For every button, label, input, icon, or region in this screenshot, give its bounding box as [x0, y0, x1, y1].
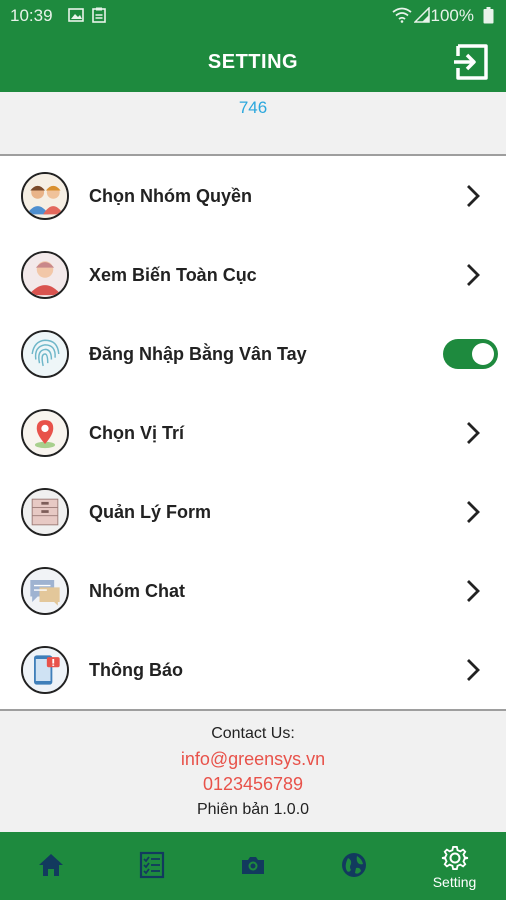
app-version: Phiên bản 1.0.0	[196, 801, 310, 818]
user-id: 746	[238, 98, 268, 117]
user-info: 746	[0, 92, 506, 154]
divider	[0, 154, 506, 156]
menu-item-xem-bien-toan-cuc[interactable]: Xem Biến Toàn Cục	[0, 236, 506, 315]
globe-icon	[342, 853, 366, 877]
chevron-right-icon	[467, 264, 480, 286]
chevron-right-icon	[467, 501, 480, 523]
people-group-icon	[21, 172, 69, 220]
fingerprint-icon	[21, 330, 69, 378]
nav-camera[interactable]	[202, 832, 303, 900]
file-cabinet-icon	[21, 488, 69, 536]
app-header: SETTING	[0, 31, 506, 92]
chevron-right-icon	[467, 580, 480, 602]
battery-icon	[483, 7, 494, 24]
gear-icon	[441, 846, 469, 870]
menu-item-label: Đăng Nhập Bằng Vân Tay	[89, 344, 307, 364]
nav-setting[interactable]: Setting	[404, 832, 505, 900]
fingerprint-toggle[interactable]	[443, 339, 498, 369]
contact-title: Contact Us:	[211, 725, 295, 742]
nav-checklist[interactable]	[101, 832, 202, 900]
menu-item-label: Chọn Nhóm Quyền	[89, 186, 252, 206]
logout-icon	[454, 44, 488, 80]
home-icon	[39, 854, 63, 876]
wifi-icon	[392, 7, 412, 23]
menu-item-dang-nhap-van-tay: Đăng Nhập Bằng Vân Tay	[0, 315, 506, 394]
checklist-icon	[139, 851, 165, 879]
menu-item-thong-bao[interactable]: Thông Báo	[0, 631, 506, 710]
clipboard-icon	[92, 7, 106, 23]
menu-item-quan-ly-form[interactable]: Quản Lý Form	[0, 473, 506, 552]
menu-item-nhom-chat[interactable]: Nhóm Chat	[0, 552, 506, 631]
contact-phone-link[interactable]: 0123456789	[0, 774, 506, 795]
menu-item-label: Nhóm Chat	[89, 581, 185, 601]
contact-email-link[interactable]: info@greensys.vn	[0, 749, 506, 770]
menu-item-label: Quản Lý Form	[89, 502, 212, 522]
settings-menu: Chọn Nhóm Quyền Xem Biến Toàn Cục Đăng N…	[0, 157, 506, 710]
chevron-right-icon	[467, 185, 480, 207]
menu-item-chon-nhom-quyen[interactable]: Chọn Nhóm Quyền	[0, 157, 506, 236]
toggle-knob	[472, 343, 494, 365]
nav-label: Setting	[432, 874, 477, 890]
chevron-right-icon	[467, 659, 480, 681]
signal-icon	[414, 7, 430, 23]
nav-globe[interactable]	[303, 832, 404, 900]
camera-icon	[242, 857, 264, 874]
logout-button[interactable]	[452, 42, 492, 82]
bottom-nav: Setting	[0, 832, 506, 900]
status-time: 10:39	[10, 6, 53, 25]
menu-item-chon-vi-tri[interactable]: Chọn Vị Trí	[0, 394, 506, 473]
status-bar: 10:39 100%	[0, 0, 506, 31]
battery-percent: 100%	[430, 6, 474, 25]
menu-item-label: Thông Báo	[89, 660, 183, 680]
chevron-right-icon	[467, 422, 480, 444]
nav-home[interactable]	[0, 832, 101, 900]
contact-section: Contact Us: info@greensys.vn 0123456789 …	[0, 711, 506, 832]
menu-item-label: Xem Biến Toàn Cục	[89, 265, 257, 285]
menu-item-label: Chọn Vị Trí	[89, 423, 185, 443]
phone-notification-icon	[21, 646, 69, 694]
gallery-icon	[68, 8, 84, 22]
location-pin-icon	[21, 409, 69, 457]
user-profile-icon	[21, 251, 69, 299]
page-title: SETTING	[207, 51, 299, 73]
chat-bubble-icon	[21, 567, 69, 615]
